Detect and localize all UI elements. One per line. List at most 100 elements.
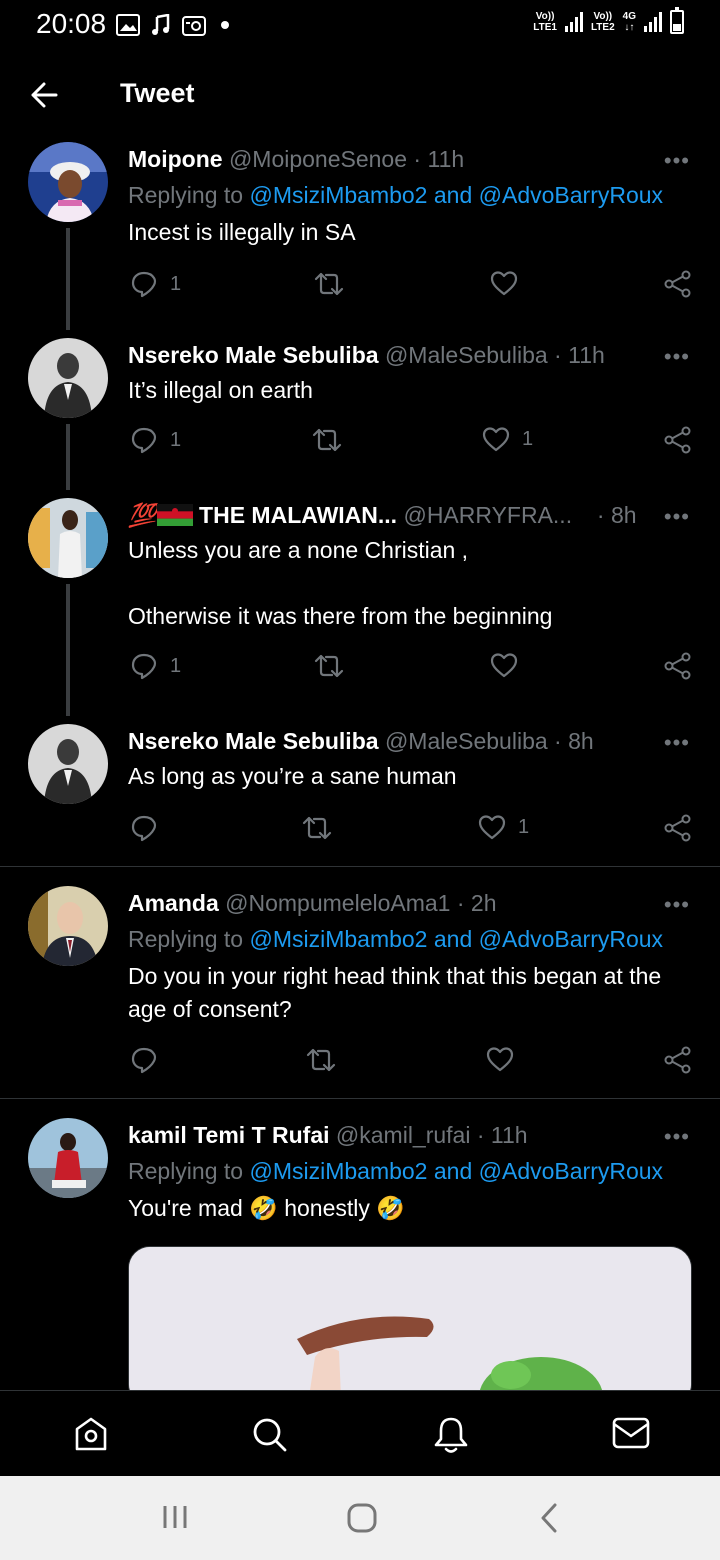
avatar[interactable]	[28, 338, 108, 418]
media-illustration	[129, 1247, 691, 1405]
like-button[interactable]: 1	[478, 814, 529, 840]
user-handle[interactable]: @NompumeleloAma1	[225, 890, 450, 916]
avatar[interactable]	[28, 1118, 108, 1198]
tweet-actions: 1 1	[128, 426, 694, 458]
reply-button[interactable]: 1	[130, 270, 181, 298]
status-bar: 20:08 Vo)) LTE1 Vo)) LTE2 4G ↓↑	[0, 0, 720, 52]
notifications-bell-icon[interactable]	[432, 1415, 470, 1455]
tweet-header: Nsereko Male Sebuliba @MaleSebuliba · 11…	[128, 342, 605, 369]
reply-mentions[interactable]: @MsiziMbambo2 and @AdvoBarryRoux	[249, 926, 663, 952]
reply-mentions[interactable]: @MsiziMbambo2 and @AdvoBarryRoux	[249, 182, 663, 208]
retweet-button[interactable]	[314, 270, 344, 298]
back-arrow-icon[interactable]	[30, 82, 58, 108]
user-handle[interactable]: @MoiponeSenoe	[229, 146, 407, 172]
tweet-header: 💯 THE MALAWIAN... @HARRYFRA... · 8h	[128, 502, 637, 529]
reply-icon	[131, 815, 157, 842]
home-button-icon[interactable]	[346, 1502, 378, 1534]
retweet-button[interactable]	[314, 652, 344, 680]
tweet-text: As long as you’re a sane human	[128, 763, 457, 789]
share-button[interactable]	[664, 814, 692, 842]
display-name[interactable]: Moipone	[128, 146, 223, 172]
like-count: 1	[518, 815, 530, 838]
more-options-icon[interactable]: •••	[664, 344, 690, 370]
reply-button[interactable]	[130, 1046, 158, 1074]
user-handle[interactable]: @kamil_rufai	[336, 1122, 471, 1148]
tweet-text-part: honestly	[284, 1195, 370, 1221]
system-navigation-bar	[0, 1476, 720, 1560]
like-button[interactable]	[490, 652, 518, 678]
tweet-actions	[128, 1046, 694, 1078]
music-note-icon	[152, 14, 170, 35]
more-options-icon[interactable]: •••	[664, 1124, 690, 1150]
avatar[interactable]	[28, 724, 108, 804]
tweet-text-part: You're mad	[128, 1195, 243, 1221]
tweet-time: 11h	[490, 1122, 528, 1148]
retweet-button[interactable]	[306, 1046, 336, 1074]
share-icon	[664, 270, 691, 298]
heart-icon	[482, 427, 510, 452]
share-button[interactable]	[664, 426, 692, 454]
avatar[interactable]	[28, 498, 108, 578]
avatar[interactable]	[28, 142, 108, 222]
search-icon[interactable]	[250, 1415, 288, 1453]
replying-to-label: Replying to	[128, 1158, 244, 1184]
thread-line	[66, 228, 70, 330]
share-icon	[664, 814, 691, 842]
more-options-icon[interactable]: •••	[664, 148, 690, 174]
retweet-icon	[314, 654, 344, 678]
more-options-icon[interactable]: •••	[664, 730, 690, 756]
like-button[interactable]	[486, 1046, 514, 1072]
share-button[interactable]	[664, 652, 692, 680]
replying-to: Replying to @MsiziMbambo2 and @AdvoBarry…	[128, 182, 663, 209]
user-handle[interactable]: @HARRYFRA...	[403, 502, 572, 528]
tweet-time: 2h	[470, 890, 497, 916]
tweet-text: It’s illegal on earth	[128, 377, 313, 403]
tweet-text: Incest is illegally in SA	[128, 219, 356, 245]
reply-icon	[131, 271, 157, 298]
tweet-media-image[interactable]	[128, 1246, 692, 1406]
user-handle[interactable]: @MaleSebuliba	[385, 342, 548, 368]
display-name[interactable]: kamil Temi T Rufai	[128, 1122, 330, 1148]
like-button[interactable]	[490, 270, 530, 296]
thread-line	[66, 424, 70, 490]
share-button[interactable]	[664, 270, 692, 298]
retweet-button[interactable]	[312, 426, 342, 454]
display-name[interactable]: THE MALAWIAN...	[199, 502, 397, 528]
retweet-button[interactable]	[302, 814, 332, 842]
recent-apps-icon[interactable]	[160, 1502, 190, 1532]
replying-to: Replying to @MsiziMbambo2 and @AdvoBarry…	[128, 1158, 663, 1185]
data-arrows-icon: ↓↑	[624, 22, 635, 33]
back-button-icon[interactable]	[538, 1502, 560, 1534]
more-options-icon[interactable]: •••	[664, 504, 690, 530]
replying-to-label: Replying to	[128, 926, 244, 952]
retweet-icon	[312, 428, 342, 452]
separator-dot: ·	[554, 342, 562, 368]
messages-mail-icon[interactable]	[612, 1415, 650, 1451]
sim2-lte-label: LTE2	[590, 22, 615, 33]
display-name[interactable]: Amanda	[128, 890, 219, 916]
thread-line	[66, 584, 70, 716]
display-name[interactable]: Nsereko Male Sebuliba	[128, 728, 379, 754]
like-button[interactable]: 1	[482, 426, 533, 452]
share-button[interactable]	[664, 1046, 692, 1074]
display-name[interactable]: Nsereko Male Sebuliba	[128, 342, 379, 368]
notification-dot-icon	[221, 21, 229, 29]
tweet-actions: 1	[128, 270, 694, 302]
more-options-icon[interactable]: •••	[664, 892, 690, 918]
reply-count: 1	[170, 428, 182, 451]
reply-mentions[interactable]: @MsiziMbambo2 and @AdvoBarryRoux	[249, 1158, 663, 1184]
separator-dot: ·	[554, 728, 562, 754]
avatar[interactable]	[28, 886, 108, 966]
home-icon[interactable]	[72, 1415, 110, 1453]
tweet-text: You're mad 🤣 honestly 🤣	[128, 1192, 698, 1225]
replying-to-label: Replying to	[128, 182, 244, 208]
tweet-text-line: Unless you are a none Christian ,	[128, 537, 469, 563]
reply-button[interactable]: 1	[130, 426, 181, 454]
user-handle[interactable]: @MaleSebuliba	[385, 728, 548, 754]
sim1-signal-icon	[564, 12, 583, 32]
reply-button[interactable]: 1	[130, 652, 181, 680]
reply-button[interactable]	[130, 814, 158, 842]
reply-count: 1	[170, 654, 182, 677]
reply-icon	[131, 427, 157, 454]
sim1-lte-label: LTE1	[533, 22, 557, 33]
